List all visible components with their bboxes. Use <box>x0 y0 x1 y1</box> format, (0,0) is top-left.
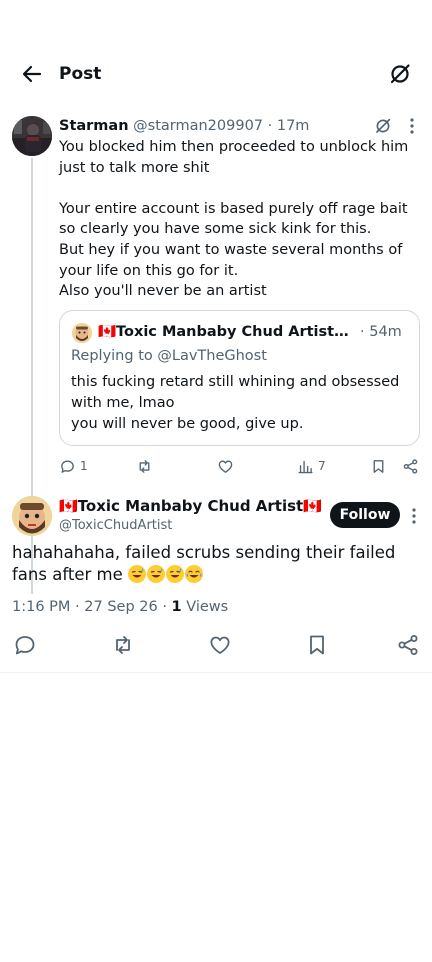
post-text: hahahahaha, failed scrubs sending their … <box>12 542 422 586</box>
post-time[interactable]: 1:16 PM <box>12 599 70 615</box>
reply-button[interactable]: 1 <box>59 456 88 476</box>
views-label: Views <box>186 599 229 615</box>
emoji-group <box>127 565 204 584</box>
grok-icon <box>390 64 410 84</box>
more-button[interactable] <box>404 117 420 135</box>
avatar <box>72 323 92 343</box>
bookmark-button[interactable] <box>305 633 329 657</box>
heart-icon <box>218 460 233 473</box>
more-vertical-icon <box>410 118 414 134</box>
reply-button[interactable] <box>13 633 37 657</box>
sweat-smile-emoji <box>127 565 146 583</box>
repost-icon <box>116 636 130 654</box>
replying-prefix: Replying to <box>71 348 153 364</box>
share-icon <box>403 458 418 474</box>
post-time[interactable]: 17m <box>277 118 310 134</box>
share-button[interactable] <box>402 456 419 476</box>
views-button[interactable]: 7 <box>297 456 326 476</box>
sweat-smile-emoji <box>165 565 184 583</box>
author-name[interactable]: 🇨🇦Toxic Manbaby Chud Artist🇨🇦 <box>59 495 322 517</box>
author-handle[interactable]: @starman209907 <box>133 118 263 134</box>
avatar-image <box>72 323 92 343</box>
bookmark-icon <box>310 635 324 655</box>
page-title: Post <box>59 64 102 84</box>
separator: · <box>267 118 273 134</box>
bookmark-icon <box>373 459 384 473</box>
reply-header: Starman @starman209907 · 17m <box>59 116 309 136</box>
views-icon <box>298 460 313 473</box>
top-bar: Post <box>0 52 432 96</box>
like-button[interactable] <box>217 456 234 476</box>
reply-icon <box>15 636 35 655</box>
quoted-post[interactable]: 🇨🇦Toxic Manbaby Chud Artist🇨🇦 ... · 54m … <box>59 310 420 446</box>
views-count: 1 <box>171 599 182 615</box>
sweat-smile-emoji <box>146 565 165 583</box>
quoted-post-text: this fucking retard still whining and ob… <box>71 374 400 432</box>
avatar-image <box>12 496 52 536</box>
heart-icon <box>210 636 230 654</box>
like-button[interactable] <box>208 633 232 657</box>
avatar[interactable] <box>12 116 52 156</box>
avatar[interactable] <box>12 496 52 536</box>
avatar-image <box>12 116 52 156</box>
views-count: 7 <box>318 459 326 473</box>
repost-icon <box>139 459 150 473</box>
divider <box>0 672 432 673</box>
post-actions <box>0 633 432 657</box>
grok-button[interactable] <box>388 62 412 86</box>
follow-button[interactable]: Follow <box>330 502 400 528</box>
grok-icon <box>376 118 391 133</box>
repost-button[interactable] <box>136 456 153 476</box>
reply-icon <box>61 460 74 473</box>
share-icon <box>398 635 418 655</box>
more-button[interactable] <box>406 507 422 525</box>
grok-button[interactable] <box>374 117 392 135</box>
arrow-left-icon <box>22 65 42 83</box>
post-date[interactable]: 27 Sep 26 <box>84 599 157 615</box>
separator: · <box>162 599 167 615</box>
replying-to: Replying to @LavTheGhost <box>71 345 267 367</box>
post-text: You blocked him then proceeded to unbloc… <box>59 139 409 300</box>
bookmark-button[interactable] <box>370 456 387 476</box>
replying-handle[interactable]: @LavTheGhost <box>157 348 267 364</box>
post-meta: 1:16 PM · 27 Sep 26 · 1 Views <box>12 596 228 618</box>
share-button[interactable] <box>396 633 420 657</box>
author-name[interactable]: Starman <box>59 118 129 134</box>
quoted-post-time: · 54m <box>360 324 402 340</box>
joy-emoji <box>184 565 203 583</box>
reply-actions: 1 7 <box>59 456 424 476</box>
reply-count: 1 <box>80 459 88 473</box>
repost-button[interactable] <box>111 633 135 657</box>
separator: · <box>75 599 80 615</box>
author-handle[interactable]: @ToxicChudArtist <box>59 517 172 535</box>
quoted-author-name: 🇨🇦Toxic Manbaby Chud Artist🇨🇦 ... <box>98 324 356 340</box>
more-vertical-icon <box>412 508 416 524</box>
back-button[interactable] <box>20 62 44 86</box>
